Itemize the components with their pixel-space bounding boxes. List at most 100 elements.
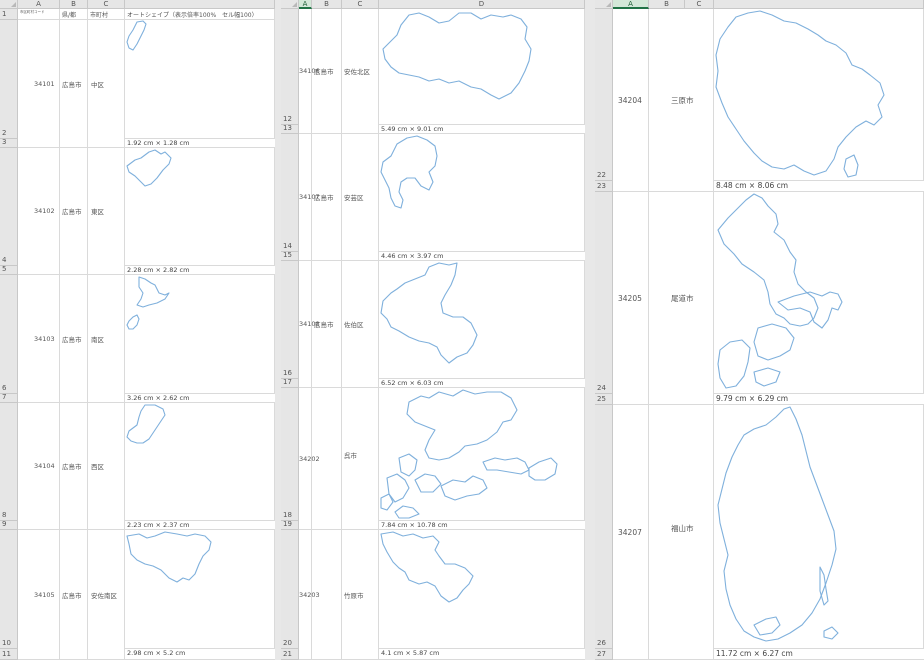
- pref-cell[interactable]: [649, 405, 669, 660]
- row-header[interactable]: 18: [281, 388, 299, 521]
- municipality-shape-34207[interactable]: [714, 405, 846, 649]
- column-header-c[interactable]: C: [88, 0, 125, 9]
- ward-cell[interactable]: 安芸区: [342, 134, 379, 261]
- ward-cell[interactable]: 安佐南区: [88, 530, 125, 660]
- row-header[interactable]: 6: [0, 275, 18, 394]
- code-cell[interactable]: 34107: [299, 134, 320, 261]
- pref-cell[interactable]: 広島市: [60, 275, 88, 403]
- code-cell[interactable]: 34101: [18, 20, 60, 148]
- pref-cell[interactable]: [649, 9, 669, 192]
- row-header[interactable]: 12: [281, 9, 299, 125]
- row-header[interactable]: 20: [281, 530, 299, 649]
- pref-cell[interactable]: 広島市: [312, 9, 342, 134]
- header-cell-pref[interactable]: 県/都: [60, 9, 88, 20]
- ward-cell[interactable]: 南区: [88, 275, 125, 403]
- municipality-shape-34105[interactable]: [125, 530, 217, 586]
- ward-cell[interactable]: 尾道市: [669, 192, 714, 405]
- ward-cell[interactable]: 福山市: [669, 405, 714, 660]
- municipality-shape-34107[interactable]: [379, 134, 445, 212]
- municipality-shape-34203[interactable]: [379, 530, 475, 604]
- select-all-corner[interactable]: [281, 0, 299, 9]
- code-cell[interactable]: 34204: [613, 9, 649, 192]
- municipality-shape-34202[interactable]: [379, 388, 565, 520]
- dimensions-text: 2.28 cm × 2.82 cm: [125, 266, 275, 275]
- column-header-a[interactable]: A: [18, 0, 60, 9]
- ward-cell[interactable]: 三原市: [669, 9, 714, 192]
- code-cell[interactable]: 34104: [18, 403, 60, 530]
- row-header[interactable]: 25: [595, 394, 613, 405]
- municipality-shape-34204[interactable]: [714, 9, 890, 181]
- select-all-corner[interactable]: [0, 0, 18, 9]
- municipality-shape-34103[interactable]: [125, 275, 175, 335]
- ward-cell[interactable]: 竹原市: [342, 530, 379, 660]
- pref-cell[interactable]: 広島市: [60, 148, 88, 275]
- ward-cell[interactable]: 中区: [88, 20, 125, 148]
- column-header-c[interactable]: C: [685, 0, 714, 9]
- pref-cell[interactable]: 広島市: [312, 261, 342, 388]
- pref-cell[interactable]: 広島市: [60, 20, 88, 148]
- ward-cell[interactable]: 佐伯区: [342, 261, 379, 388]
- pref-cell[interactable]: [312, 388, 342, 530]
- ward-cell[interactable]: 東区: [88, 148, 125, 275]
- row-header[interactable]: 14: [281, 134, 299, 252]
- row-header[interactable]: 27: [595, 649, 613, 660]
- row-header[interactable]: 19: [281, 520, 299, 530]
- pref-cell[interactable]: [312, 530, 342, 660]
- row-header[interactable]: 10: [0, 530, 18, 649]
- column-header-b[interactable]: B: [649, 0, 685, 9]
- column-header-d[interactable]: [125, 0, 275, 9]
- pref-cell[interactable]: 広島市: [60, 530, 88, 660]
- column-header-d[interactable]: D: [379, 0, 585, 9]
- column-header-d[interactable]: [714, 0, 924, 9]
- ward-cell[interactable]: 呉市: [342, 388, 379, 530]
- row-header[interactable]: 1: [0, 9, 18, 20]
- header-cell-municipality[interactable]: 市町村: [88, 9, 125, 20]
- row-header[interactable]: 2: [0, 20, 18, 139]
- select-all-corner[interactable]: [595, 0, 613, 9]
- row-header[interactable]: 8: [0, 403, 18, 521]
- pref-cell[interactable]: 広島市: [312, 134, 342, 261]
- row-header[interactable]: 21: [281, 649, 299, 660]
- municipality-shape-34106[interactable]: [379, 9, 535, 105]
- header-cell-code[interactable]: 市区町村コード: [18, 9, 60, 20]
- municipality-shape-34104[interactable]: [125, 403, 169, 447]
- code-cell[interactable]: 34106: [299, 9, 320, 134]
- row-header[interactable]: 22: [595, 9, 613, 181]
- column-header-a[interactable]: A: [613, 0, 649, 9]
- row-header[interactable]: 7: [0, 393, 18, 403]
- column-header-c[interactable]: C: [342, 0, 379, 9]
- row-header[interactable]: 26: [595, 405, 613, 649]
- row-header[interactable]: 13: [281, 124, 299, 134]
- ward-cell[interactable]: 安佐北区: [342, 9, 379, 134]
- row-header[interactable]: 17: [281, 378, 299, 388]
- code-cell[interactable]: 34105: [18, 530, 60, 660]
- row-header[interactable]: 9: [0, 520, 18, 530]
- municipality-shape-34108[interactable]: [379, 261, 483, 365]
- row-header[interactable]: 16: [281, 261, 299, 379]
- dimensions-text: 3.26 cm × 2.62 cm: [125, 394, 275, 403]
- code-cell[interactable]: 34202: [299, 388, 320, 530]
- code-cell[interactable]: 34203: [299, 530, 320, 660]
- row-header[interactable]: 23: [595, 181, 613, 192]
- row-header[interactable]: 4: [0, 148, 18, 266]
- municipality-shape-34101[interactable]: [125, 20, 155, 56]
- row-header[interactable]: 11: [0, 649, 18, 660]
- code-cell[interactable]: 34103: [18, 275, 60, 403]
- column-header-a[interactable]: A: [299, 0, 312, 9]
- header-cell-autoshape[interactable]: オートシェイプ（表示倍率100% セル幅100）: [125, 9, 275, 20]
- code-cell[interactable]: 34108: [299, 261, 320, 388]
- pref-cell[interactable]: [649, 192, 669, 405]
- code-cell[interactable]: 34205: [613, 192, 649, 405]
- municipality-shape-34205[interactable]: [714, 192, 846, 392]
- row-header[interactable]: 5: [0, 265, 18, 275]
- municipality-shape-34102[interactable]: [125, 148, 175, 190]
- ward-cell[interactable]: 西区: [88, 403, 125, 530]
- code-cell[interactable]: 34207: [613, 405, 649, 660]
- row-header[interactable]: 3: [0, 138, 18, 148]
- row-header[interactable]: 15: [281, 251, 299, 261]
- pref-cell[interactable]: 広島市: [60, 403, 88, 530]
- column-header-b[interactable]: B: [60, 0, 88, 9]
- row-header[interactable]: 24: [595, 192, 613, 394]
- column-header-b[interactable]: B: [312, 0, 342, 9]
- code-cell[interactable]: 34102: [18, 148, 60, 275]
